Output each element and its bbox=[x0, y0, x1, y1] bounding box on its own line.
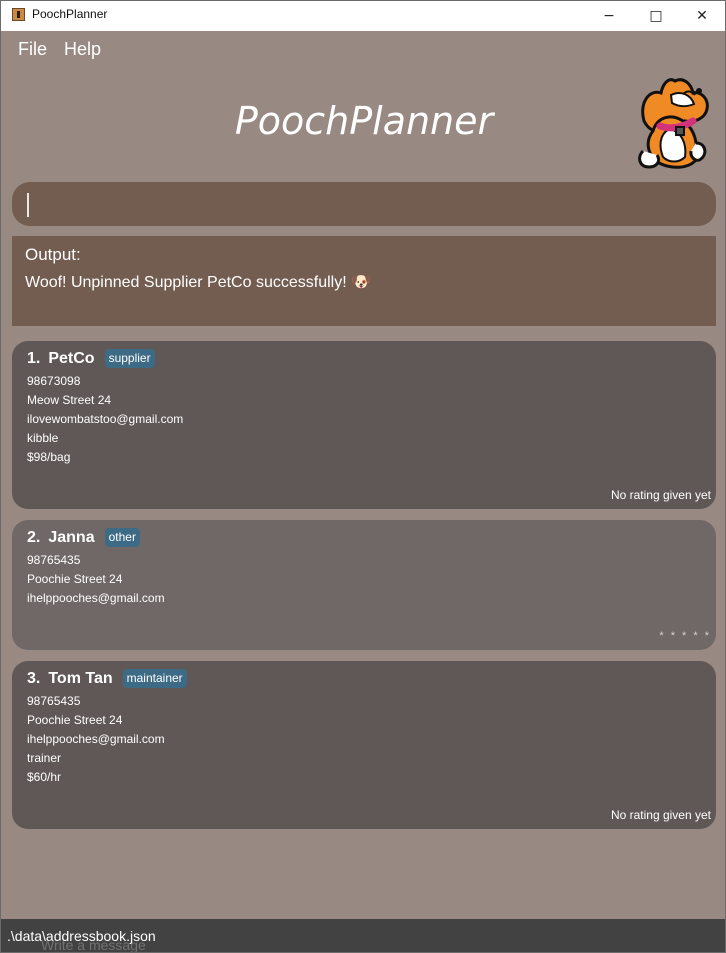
contact-header: 3. Tom Tan maintainer bbox=[27, 669, 187, 688]
close-button[interactable]: ✕ bbox=[679, 1, 725, 31]
contact-tag: maintainer bbox=[122, 669, 187, 688]
contact-index: 2. bbox=[27, 528, 41, 546]
contact-address: Poochie Street 24 bbox=[27, 572, 123, 586]
contact-email: ilovewombatstoo@gmail.com bbox=[27, 412, 184, 426]
background-message-text: Write a message bbox=[41, 937, 146, 953]
output-message: Woof! Unpinned Supplier PetCo successful… bbox=[25, 274, 372, 291]
contact-name: Janna bbox=[48, 528, 95, 546]
text-cursor bbox=[27, 193, 29, 217]
contact-header: 1. PetCo supplier bbox=[27, 349, 155, 368]
contact-product: kibble bbox=[27, 431, 59, 445]
menu-file[interactable]: File bbox=[18, 39, 47, 60]
contact-index: 1. bbox=[27, 349, 41, 367]
contact-email: ihelppooches@gmail.com bbox=[27, 732, 165, 746]
corgi-mascot-icon bbox=[638, 78, 709, 169]
contact-rating: No rating given yet bbox=[610, 808, 711, 822]
contact-card-tom-tan[interactable]: 3. Tom Tan maintainer 98765435 Poochie S… bbox=[12, 661, 716, 829]
contact-email: ihelppooches@gmail.com bbox=[27, 591, 165, 605]
contact-phone: 98673098 bbox=[27, 374, 81, 388]
poochplanner-window: PoochPlanner − □ ✕ File Help PoochPlanne… bbox=[0, 0, 726, 953]
contact-tag: other bbox=[104, 528, 140, 547]
contact-phone: 98765435 bbox=[27, 694, 81, 708]
contact-address: Meow Street 24 bbox=[27, 393, 112, 407]
title-bar: PoochPlanner − □ ✕ bbox=[1, 1, 725, 31]
minimize-button[interactable]: − bbox=[586, 1, 632, 31]
window-title: PoochPlanner bbox=[32, 7, 108, 21]
output-panel: Output: Woof! Unpinned Supplier PetCo su… bbox=[12, 236, 716, 326]
contact-card-petco[interactable]: 1. PetCo supplier 98673098 Meow Street 2… bbox=[12, 341, 716, 509]
menu-bar: File Help bbox=[1, 31, 725, 65]
contact-header: 2. Janna other bbox=[27, 528, 140, 547]
maximize-button[interactable]: □ bbox=[633, 1, 679, 31]
contact-rating: No rating given yet bbox=[610, 488, 711, 502]
contact-name: PetCo bbox=[48, 349, 95, 367]
contact-tag: supplier bbox=[104, 349, 155, 368]
command-input[interactable] bbox=[12, 182, 716, 226]
menu-help[interactable]: Help bbox=[64, 39, 101, 60]
contact-name: Tom Tan bbox=[48, 669, 113, 687]
contact-address: Poochie Street 24 bbox=[27, 713, 123, 727]
app-icon bbox=[12, 8, 25, 21]
contact-price: $98/bag bbox=[27, 450, 71, 464]
app-title: PoochPlanner bbox=[234, 99, 494, 143]
contact-index: 3. bbox=[27, 669, 41, 687]
contact-salary: $60/hr bbox=[27, 770, 62, 784]
contact-rating: * * * * * bbox=[659, 630, 711, 642]
contact-card-janna[interactable]: 2. Janna other 98765435 Poochie Street 2… bbox=[12, 520, 716, 650]
contact-phone: 98765435 bbox=[27, 553, 81, 567]
contact-skill: trainer bbox=[27, 751, 62, 765]
output-label: Output: bbox=[25, 245, 81, 264]
